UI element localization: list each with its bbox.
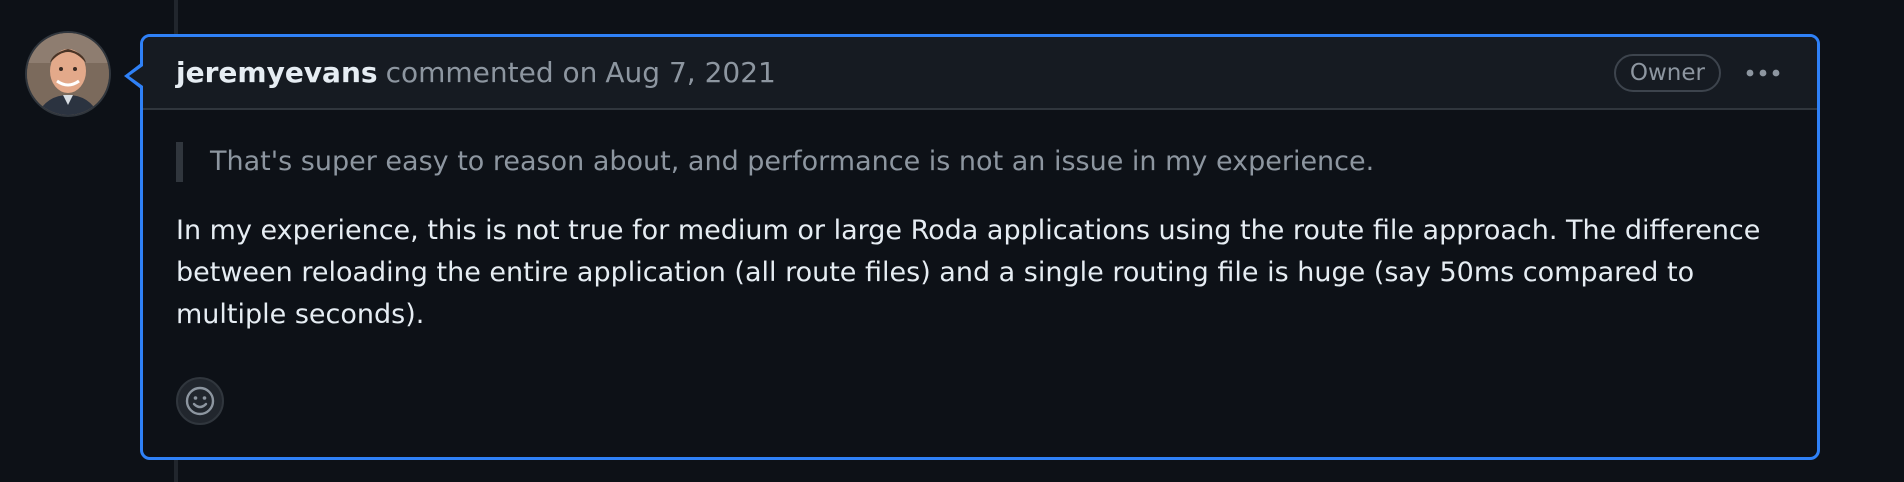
comment-timestamp[interactable]: Aug 7, 2021 <box>605 56 775 89</box>
owner-badge: Owner <box>1613 53 1721 92</box>
comment-thread: jeremyevans commented on Aug 7, 2021 Own… <box>0 0 1904 482</box>
comment-text: In my experience, this is not true for m… <box>176 215 1761 330</box>
comment-box: jeremyevans commented on Aug 7, 2021 Own… <box>140 34 1820 460</box>
comment-body: That's super easy to reason about, and p… <box>143 110 1817 336</box>
smiley-icon <box>185 386 215 416</box>
avatar[interactable] <box>27 33 109 115</box>
kebab-horizontal-icon[interactable] <box>1743 58 1783 88</box>
blockquote: That's super easy to reason about, and p… <box>176 142 1784 182</box>
comment-action-text: commented on <box>385 56 598 89</box>
add-reaction-button[interactable] <box>176 377 224 425</box>
comment-header: jeremyevans commented on Aug 7, 2021 Own… <box>143 37 1817 110</box>
avatar-image <box>27 33 109 115</box>
comment-pointer-fill <box>129 66 143 86</box>
author-link[interactable]: jeremyevans <box>176 56 378 89</box>
